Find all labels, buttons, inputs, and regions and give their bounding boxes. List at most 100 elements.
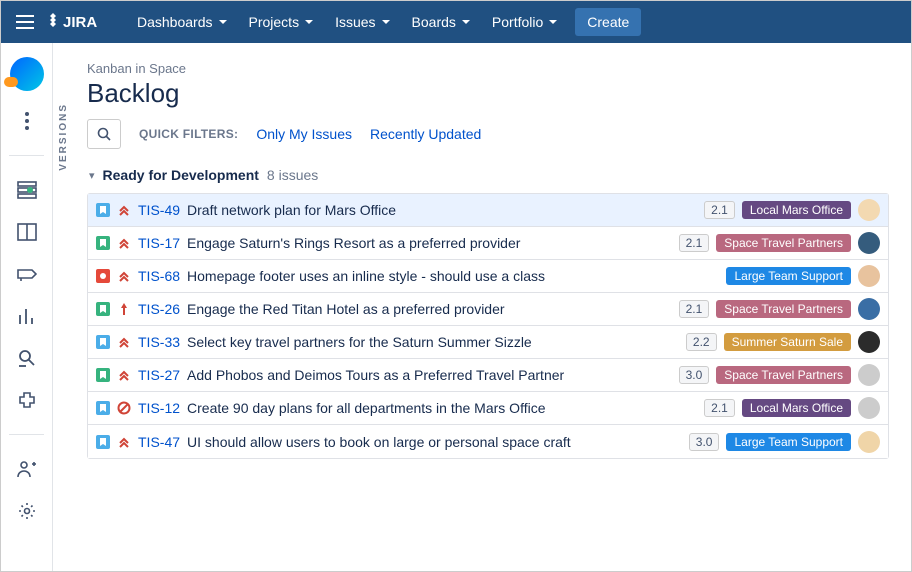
versions-panel-toggle[interactable]: VERSIONS — [53, 43, 73, 571]
ellipsis-icon[interactable] — [15, 109, 39, 133]
section-name: Ready for Development — [103, 167, 259, 183]
nav-portfolio[interactable]: Portfolio — [482, 8, 567, 36]
issue-row[interactable]: TIS-27 Add Phobos and Deimos Tours as a P… — [88, 359, 888, 392]
addons-icon[interactable] — [15, 388, 39, 412]
nav-dashboards[interactable]: Dashboards — [127, 8, 237, 36]
epic-lozenge[interactable]: Large Team Support — [726, 433, 851, 451]
issue-row[interactable]: TIS-12 Create 90 day plans for all depart… — [88, 392, 888, 425]
settings-icon[interactable] — [15, 499, 39, 523]
task-icon — [96, 335, 110, 349]
nav-label: Dashboards — [137, 14, 213, 30]
version-lozenge[interactable]: 2.1 — [679, 300, 710, 318]
issue-summary: Engage Saturn's Rings Resort as a prefer… — [187, 235, 672, 251]
nav-issues[interactable]: Issues — [325, 8, 399, 36]
issue-key[interactable]: TIS-26 — [138, 301, 180, 317]
versions-label: VERSIONS — [58, 103, 69, 171]
issue-summary: Create 90 day plans for all departments … — [187, 400, 697, 416]
reports-icon[interactable] — [15, 304, 39, 328]
epic-lozenge[interactable]: Local Mars Office — [742, 201, 851, 219]
epic-lozenge[interactable]: Space Travel Partners — [716, 300, 851, 318]
issue-summary: Add Phobos and Deimos Tours as a Preferr… — [187, 367, 672, 383]
priority-blocker-icon — [117, 401, 131, 415]
version-lozenge[interactable]: 2.1 — [679, 234, 710, 252]
priority-highest-icon — [117, 435, 131, 449]
releases-icon[interactable] — [15, 262, 39, 286]
epic-lozenge[interactable]: Space Travel Partners — [716, 366, 851, 384]
assignee-avatar[interactable] — [858, 298, 880, 320]
assignee-avatar[interactable] — [858, 431, 880, 453]
priority-highest-icon — [117, 269, 131, 283]
issue-row[interactable]: TIS-47 UI should allow users to book on l… — [88, 425, 888, 458]
create-button[interactable]: Create — [575, 8, 641, 36]
section-count: 8 issues — [267, 167, 318, 183]
epic-lozenge[interactable]: Summer Saturn Sale — [724, 333, 851, 351]
project-avatar[interactable] — [10, 57, 44, 91]
issue-summary: Engage the Red Titan Hotel as a preferre… — [187, 301, 672, 317]
issue-key[interactable]: TIS-47 — [138, 434, 180, 450]
chevron-down-icon — [462, 20, 470, 25]
issue-key[interactable]: TIS-68 — [138, 268, 180, 284]
issue-row[interactable]: TIS-26 Engage the Red Titan Hotel as a pr… — [88, 293, 888, 326]
version-lozenge[interactable]: 2.2 — [686, 333, 717, 351]
chevron-down-icon[interactable]: ▾ — [89, 169, 95, 182]
quick-filter-recently-updated[interactable]: Recently Updated — [370, 126, 481, 142]
issue-key[interactable]: TIS-27 — [138, 367, 180, 383]
quick-filter-only-my-issues[interactable]: Only My Issues — [256, 126, 352, 142]
priority-highest-icon — [117, 203, 131, 217]
bug-icon — [96, 269, 110, 283]
story-icon — [96, 236, 110, 250]
page-title: Backlog — [87, 78, 889, 109]
left-rail — [1, 43, 53, 571]
nav-boards[interactable]: Boards — [402, 8, 480, 36]
search-detail-icon[interactable] — [15, 346, 39, 370]
nav-label: Boards — [412, 14, 456, 30]
backlog-icon[interactable] — [15, 178, 39, 202]
svg-text:JIRA: JIRA — [63, 14, 97, 31]
issue-summary: UI should allow users to book on large o… — [187, 434, 682, 450]
issue-key[interactable]: TIS-17 — [138, 235, 180, 251]
layout: VERSIONS Kanban in Space Backlog QUICK F… — [1, 43, 911, 571]
search-button[interactable] — [87, 119, 121, 149]
chevron-down-icon — [549, 20, 557, 25]
issue-row[interactable]: TIS-17 Engage Saturn's Rings Resort as a … — [88, 227, 888, 260]
task-icon — [96, 203, 110, 217]
epic-lozenge[interactable]: Local Mars Office — [742, 399, 851, 417]
chevron-down-icon — [219, 20, 227, 25]
issue-row[interactable]: TIS-49 Draft network plan for Mars Office… — [88, 194, 888, 227]
issue-list: TIS-49 Draft network plan for Mars Office… — [87, 193, 889, 459]
version-lozenge[interactable]: 3.0 — [679, 366, 710, 384]
menu-icon[interactable] — [11, 8, 39, 36]
assignee-avatar[interactable] — [858, 265, 880, 287]
epic-lozenge[interactable]: Large Team Support — [726, 267, 851, 285]
jira-logo[interactable]: JIRA — [47, 12, 109, 32]
chevron-down-icon — [382, 20, 390, 25]
issue-summary: Draft network plan for Mars Office — [187, 202, 697, 218]
filter-bar: QUICK FILTERS: Only My Issues Recently U… — [87, 119, 889, 149]
assignee-avatar[interactable] — [858, 364, 880, 386]
issue-summary: Homepage footer uses an inline style - s… — [187, 268, 719, 284]
quick-filters-label: QUICK FILTERS: — [139, 127, 238, 141]
version-lozenge[interactable]: 3.0 — [689, 433, 720, 451]
nav-label: Issues — [335, 14, 375, 30]
issue-key[interactable]: TIS-33 — [138, 334, 180, 350]
version-lozenge[interactable]: 2.1 — [704, 201, 735, 219]
section-header[interactable]: ▾ Ready for Development 8 issues — [89, 167, 889, 183]
chevron-down-icon — [305, 20, 313, 25]
board-icon[interactable] — [15, 220, 39, 244]
assignee-avatar[interactable] — [858, 397, 880, 419]
top-navigation: JIRA Dashboards Projects Issues Boards Portf… — [1, 1, 911, 43]
epic-lozenge[interactable]: Space Travel Partners — [716, 234, 851, 252]
nav-projects[interactable]: Projects — [239, 8, 324, 36]
issue-key[interactable]: TIS-12 — [138, 400, 180, 416]
issue-row[interactable]: TIS-33Select key travel partners for the… — [88, 326, 888, 359]
assignee-avatar[interactable] — [858, 199, 880, 221]
issue-key[interactable]: TIS-49 — [138, 202, 180, 218]
priority-highest-icon — [117, 335, 131, 349]
issue-row[interactable]: TIS-68 Homepage footer uses an inline sty… — [88, 260, 888, 293]
story-icon — [96, 302, 110, 316]
add-user-icon[interactable] — [15, 457, 39, 481]
project-name[interactable]: Kanban in Space — [87, 61, 889, 76]
assignee-avatar[interactable] — [858, 331, 880, 353]
version-lozenge[interactable]: 2.1 — [704, 399, 735, 417]
assignee-avatar[interactable] — [858, 232, 880, 254]
